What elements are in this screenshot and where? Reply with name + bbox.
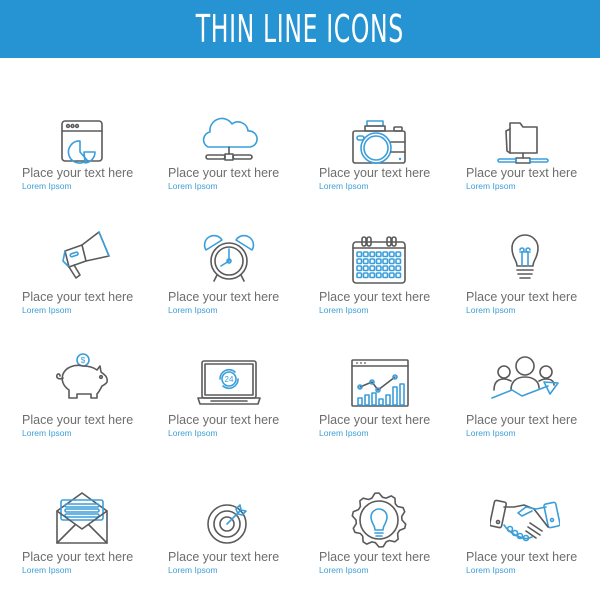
calendar-day-cell	[356, 251, 363, 258]
item-subtitle: Lorem Ipsom	[168, 181, 218, 191]
gear-idea-icon	[344, 487, 414, 557]
alarm-clock-icon	[194, 228, 264, 298]
dollar-symbol: $	[81, 356, 86, 365]
calendar-day-cell	[395, 272, 402, 279]
item-subtitle: Lorem Ipsom	[168, 428, 218, 438]
calendar-day-cell	[388, 265, 395, 272]
calendar-day-cell	[388, 251, 395, 258]
calendar-day-cell	[362, 265, 369, 272]
calendar-day-cell	[388, 272, 395, 279]
item-subtitle: Lorem Ipsom	[168, 305, 218, 315]
item-subtitle: Lorem Ipsom	[319, 428, 369, 438]
item-subtitle: Lorem Ipsom	[22, 181, 72, 191]
item-subtitle: Lorem Ipsom	[319, 565, 369, 575]
item-title: Place your text here	[22, 166, 134, 180]
calendar-day-cell	[356, 265, 363, 272]
megaphone-icon	[47, 228, 117, 298]
calendar-day-cell	[382, 258, 389, 265]
item-title: Place your text here	[22, 413, 134, 427]
item-title: Place your text here	[319, 413, 431, 427]
item-subtitle: Lorem Ipsom	[466, 565, 516, 575]
calendar-day-cell	[375, 258, 382, 265]
calendar-day-cell	[369, 272, 376, 279]
piggy-bank-icon: $	[47, 350, 117, 420]
target-icon	[194, 487, 264, 557]
item-title: Place your text here	[168, 413, 280, 427]
calendar-day-cell	[356, 272, 363, 279]
calendar-day-cell	[382, 265, 389, 272]
calendar-day-cell	[375, 251, 382, 258]
calendar-day-cell	[369, 258, 376, 265]
item-title: Place your text here	[466, 290, 578, 304]
item-title: Place your text here	[168, 166, 280, 180]
calendar-day-cell	[362, 258, 369, 265]
item-title: Place your text here	[22, 550, 134, 564]
page-title: THIN LINE ICONS	[195, 7, 405, 51]
light-bulb-icon	[490, 228, 560, 298]
item-subtitle: Lorem Ipsom	[319, 181, 369, 191]
item-subtitle: Lorem Ipsom	[22, 565, 72, 575]
item-title: Place your text here	[22, 290, 134, 304]
item-title: Place your text here	[168, 290, 280, 304]
item-subtitle: Lorem Ipsom	[168, 565, 218, 575]
calendar-day-cell	[356, 258, 363, 265]
open-envelope-icon	[47, 487, 117, 557]
item-title: Place your text here	[168, 550, 280, 564]
calendar-day-cell	[369, 251, 376, 258]
item-title: Place your text here	[319, 166, 431, 180]
calendar-day-cell	[362, 251, 369, 258]
calendar-day-cell	[375, 265, 382, 272]
item-title: Place your text here	[319, 550, 431, 564]
growth-chart-icon	[344, 350, 414, 420]
item-subtitle: Lorem Ipsom	[22, 428, 72, 438]
header-banner: THIN LINE ICONS	[0, 0, 600, 58]
calendar-day-cell	[395, 265, 402, 272]
support-badge: 24	[225, 375, 234, 384]
calendar-day-cell	[395, 258, 402, 265]
item-subtitle: Lorem Ipsom	[319, 305, 369, 315]
handshake-icon	[489, 487, 561, 557]
laptop-24-support-icon: 24	[194, 350, 264, 420]
calendar-day-cell	[362, 272, 369, 279]
calendar-day-cell	[369, 265, 376, 272]
item-subtitle: Lorem Ipsom	[466, 305, 516, 315]
calendar-day-cell	[395, 251, 402, 258]
item-subtitle: Lorem Ipsom	[466, 428, 516, 438]
calendar-day-cell	[388, 258, 395, 265]
calendar-day-cell	[382, 272, 389, 279]
item-title: Place your text here	[466, 413, 578, 427]
item-title: Place your text here	[319, 290, 431, 304]
calendar-day-cell	[382, 251, 389, 258]
team-growth-icon	[490, 350, 560, 420]
calendar-day-cell	[375, 272, 382, 279]
item-subtitle: Lorem Ipsom	[466, 181, 516, 191]
item-subtitle: Lorem Ipsom	[22, 305, 72, 315]
item-title: Place your text here	[466, 166, 578, 180]
calendar-icon	[344, 228, 414, 298]
item-title: Place your text here	[466, 550, 578, 564]
